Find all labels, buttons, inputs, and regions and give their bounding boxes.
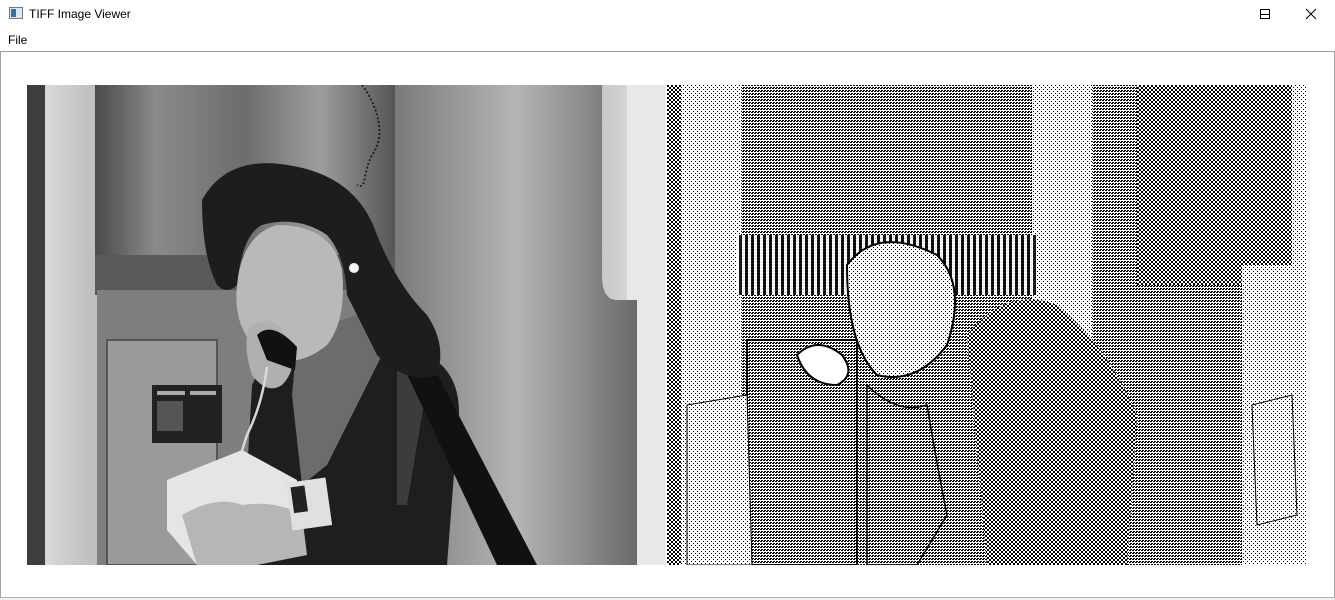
maximize-icon	[1260, 9, 1270, 19]
app-icon[interactable]	[9, 7, 23, 19]
grayscale-image	[27, 85, 666, 565]
menu-bar: File	[0, 29, 1335, 51]
window-title: TIFF Image Viewer	[29, 7, 131, 21]
app-window: TIFF Image Viewer File	[0, 0, 1335, 600]
dithered-image	[667, 85, 1306, 565]
menu-file[interactable]: File	[8, 33, 27, 47]
minimize-button-slot[interactable]	[1196, 0, 1242, 28]
title-bar[interactable]: TIFF Image Viewer	[0, 0, 1335, 28]
maximize-button[interactable]	[1242, 0, 1288, 28]
close-button[interactable]	[1288, 0, 1334, 28]
close-icon	[1305, 8, 1317, 20]
